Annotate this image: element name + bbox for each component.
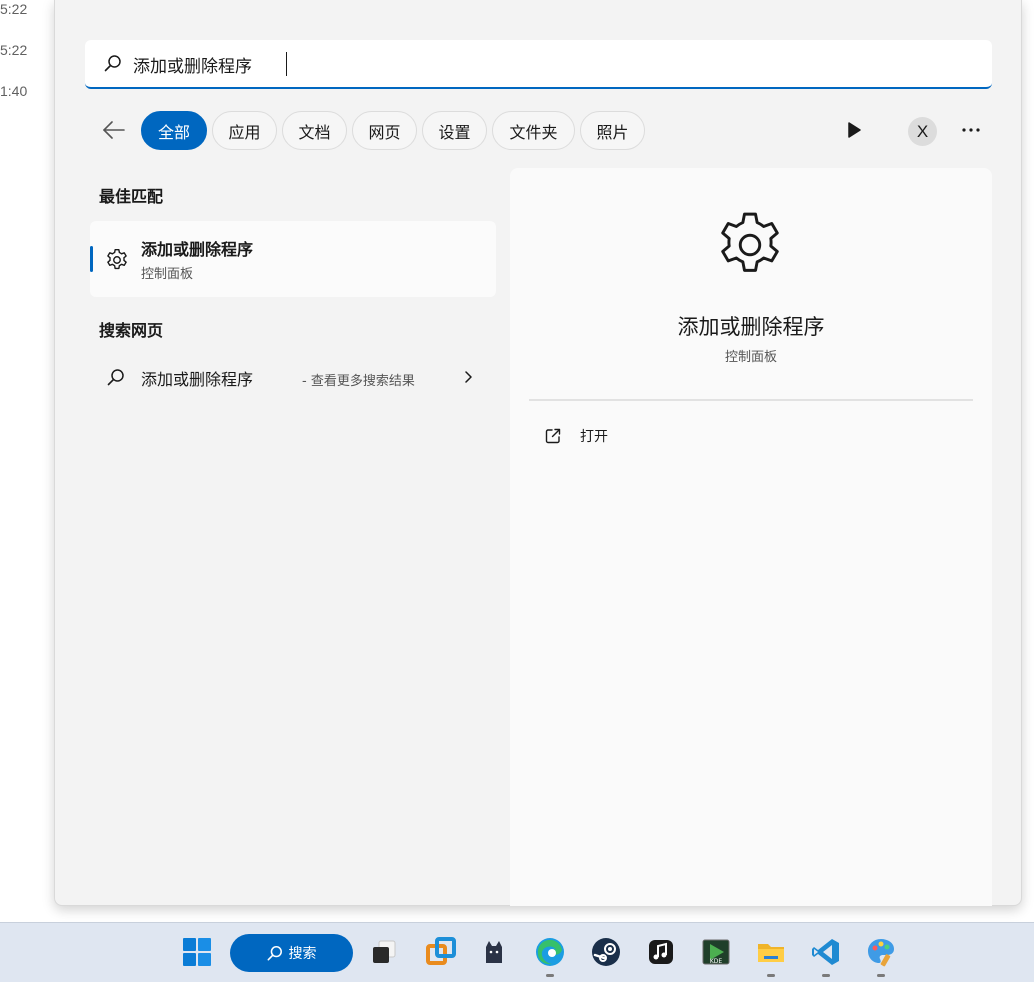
search-icon: [104, 55, 121, 72]
search-input[interactable]: [133, 50, 973, 78]
cat-app-icon[interactable]: [474, 932, 514, 972]
open-label: 打开: [580, 429, 608, 445]
divider: [529, 399, 973, 401]
running-indicator: [767, 974, 775, 977]
open-external-icon: [545, 428, 561, 444]
running-indicator: [877, 974, 885, 977]
detail-title: 添加或删除程序: [677, 315, 825, 339]
tab-photos[interactable]: 照片: [580, 111, 645, 150]
vscode-icon[interactable]: [806, 932, 846, 977]
selection-indicator: [90, 246, 93, 272]
back-arrow-icon[interactable]: [101, 117, 127, 143]
task-view-icon[interactable]: [364, 932, 404, 972]
web-search-heading: 搜索网页: [99, 321, 164, 340]
running-indicator: [822, 974, 830, 977]
web-search-item[interactable]: 添加或删除程序 - 查看更多搜索结果: [90, 354, 496, 400]
tab-all[interactable]: 全部: [141, 111, 207, 150]
search-icon: [267, 946, 282, 961]
gear-icon: [721, 212, 779, 272]
search-icon: [107, 369, 124, 386]
vmware-icon[interactable]: [421, 932, 461, 972]
media-player-icon[interactable]: KDE: [696, 932, 736, 972]
play-icon[interactable]: [845, 120, 863, 140]
account-avatar[interactable]: X: [908, 117, 937, 146]
steam-icon[interactable]: [586, 932, 626, 972]
tab-web[interactable]: 网页: [352, 111, 417, 150]
windows-start-icon[interactable]: [177, 932, 217, 972]
filter-tabs: 全部 应用 文档 网页 设置 文件夹 照片: [141, 111, 645, 150]
timestamp: 5:22: [0, 1, 28, 17]
best-match-heading: 最佳匹配: [99, 187, 164, 206]
running-indicator: [546, 974, 554, 977]
best-match-title: 添加或删除程序: [141, 240, 254, 259]
more-options-icon[interactable]: [960, 119, 982, 141]
web-search-suffix: - 查看更多搜索结果: [302, 374, 415, 389]
timestamp: 1:40: [0, 83, 28, 99]
tab-folders[interactable]: 文件夹: [492, 111, 575, 150]
start-search-panel: 全部 应用 文档 网页 设置 文件夹 照片 X 最佳匹配 添加或删除程序 控制面…: [54, 0, 1022, 906]
search-box[interactable]: [85, 40, 992, 89]
taskbar: 搜索 KDE: [0, 922, 1034, 982]
gear-icon: [107, 249, 127, 270]
tab-settings[interactable]: 设置: [422, 111, 487, 150]
tab-apps[interactable]: 应用: [212, 111, 277, 150]
detail-subtitle: 控制面板: [724, 350, 777, 365]
music-app-icon[interactable]: [641, 932, 681, 972]
svg-text:KDE: KDE: [710, 958, 723, 965]
chevron-right-icon: [465, 371, 472, 383]
file-explorer-icon[interactable]: [751, 932, 791, 977]
search-button[interactable]: 搜索: [230, 934, 353, 972]
search-button-label: 搜索: [288, 946, 317, 962]
text-caret: [286, 52, 287, 76]
tab-documents[interactable]: 文档: [282, 111, 347, 150]
best-match-item[interactable]: 添加或删除程序 控制面板: [90, 221, 496, 297]
edge-icon[interactable]: [530, 932, 570, 977]
best-match-subtitle: 控制面板: [141, 267, 194, 282]
paint-icon[interactable]: [861, 932, 901, 977]
open-action[interactable]: 打开: [529, 416, 973, 456]
detail-pane: 添加或删除程序 控制面板 打开: [510, 168, 992, 906]
timestamp: 5:22: [0, 42, 28, 58]
web-search-query: 添加或删除程序: [141, 370, 254, 389]
